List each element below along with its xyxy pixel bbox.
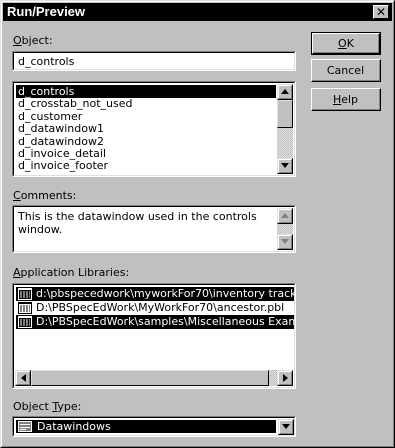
comments-scroll-down-button[interactable] [277, 234, 293, 250]
arrow-down-icon [281, 239, 289, 244]
object-list-item[interactable]: d_invoice_detail [16, 147, 276, 160]
libraries-list[interactable]: d:\pbspecedwork\myworkFor70\inventory tr… [12, 283, 296, 389]
object-field-value: d_controls [18, 55, 75, 68]
cancel-button[interactable]: Cancel [311, 59, 381, 82]
library-icon [18, 288, 32, 300]
comments-scroll-up-button[interactable] [277, 208, 293, 224]
library-path: D:\PBSpecEdWork\MyWorkFor70\ancestor.pbl [36, 301, 285, 314]
library-path: d:\pbspecedwork\myworkFor70\inventory tr… [36, 287, 294, 300]
dropdown-button[interactable] [278, 419, 294, 435]
arrow-down-icon [281, 163, 289, 168]
object-list-item[interactable]: d_customer [16, 110, 276, 123]
object-list-item[interactable]: d_crosstab_not_used [16, 97, 276, 110]
close-button[interactable]: ✕ [373, 5, 389, 19]
help-button-label: Help [332, 92, 359, 106]
library-list-item[interactable]: D:\PBSpecEdWork\samples\Miscellaneous Ex… [16, 315, 294, 329]
object-list-item[interactable]: d_controls [16, 85, 276, 98]
object-list-item[interactable]: d_invoice_footer [16, 159, 276, 172]
arrow-up-icon [281, 213, 289, 218]
comments-field[interactable]: This is the datawindow used in the contr… [12, 205, 296, 253]
object-label: Object: [13, 34, 53, 47]
library-list-item[interactable]: D:\PBSpecEdWork\MyWorkFor70\ancestor.pbl [16, 301, 294, 315]
scroll-up-button[interactable] [277, 84, 293, 100]
object-type-label: Object Type: [13, 400, 82, 413]
object-list[interactable]: d_controls d_crosstab_not_used d_customer d… [12, 81, 296, 177]
arrow-right-icon [283, 374, 288, 382]
run-preview-dialog: Run/Preview ✕ Object: d_controls d_contr… [0, 0, 395, 448]
scroll-right-button[interactable] [277, 370, 293, 386]
library-icon [18, 302, 32, 314]
cancel-button-label: Cancel [326, 63, 365, 77]
comments-label: Comments: [13, 189, 77, 202]
comments-scrollbar[interactable] [277, 208, 293, 250]
datawindow-icon [18, 421, 32, 432]
object-type-select[interactable]: Datawindows [12, 416, 296, 437]
object-type-value: Datawindows [37, 420, 111, 433]
object-list-item[interactable]: d_datawindow2 [16, 135, 276, 148]
library-path: D:\PBSpecEdWork\samples\Miscellaneous Ex… [36, 315, 294, 328]
hscroll-thumb[interactable] [31, 370, 269, 386]
dialog-title: Run/Preview [7, 4, 86, 19]
chevron-down-icon [282, 424, 290, 429]
close-icon: ✕ [375, 5, 387, 19]
scroll-down-button[interactable] [277, 158, 293, 174]
object-type-selected: Datawindows [16, 420, 276, 433]
scroll-left-button[interactable] [15, 370, 31, 386]
title-bar[interactable]: Run/Preview ✕ [3, 3, 392, 21]
object-field[interactable]: d_controls [12, 51, 296, 71]
scroll-thumb[interactable] [277, 100, 293, 128]
object-list-item[interactable]: d_datawindow1 [16, 122, 276, 135]
help-button[interactable]: Help [311, 88, 381, 111]
ok-button[interactable]: OK [311, 32, 381, 55]
library-icon [18, 316, 32, 328]
object-list-scrollbar[interactable] [277, 84, 293, 174]
libraries-hscrollbar[interactable] [15, 370, 293, 386]
libraries-label: Application Libraries: [13, 266, 130, 279]
arrow-left-icon [21, 374, 26, 382]
arrow-up-icon [281, 89, 289, 94]
library-list-item[interactable]: d:\pbspecedwork\myworkFor70\inventory tr… [16, 287, 294, 301]
comments-text: This is the datawindow used in the contr… [18, 210, 257, 236]
